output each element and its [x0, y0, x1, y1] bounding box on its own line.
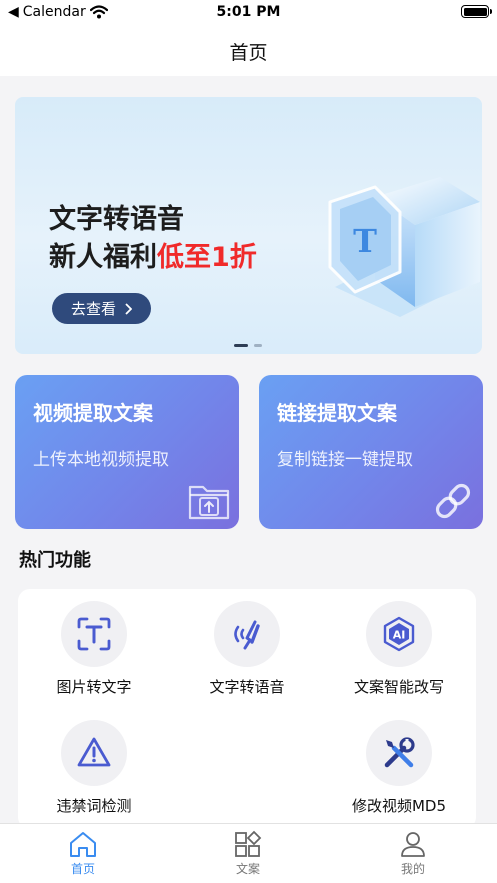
- tab-label: 首页: [70, 862, 95, 876]
- hot-item-image-to-text[interactable]: 图片转文字: [24, 601, 164, 697]
- user-icon: [401, 832, 425, 857]
- page-title: 首页: [229, 42, 268, 64]
- card-title: 链接提取文案: [277, 401, 397, 425]
- banner-headline: 文字转语音: [49, 204, 184, 235]
- text-scan-icon: [77, 617, 111, 651]
- hot-item-label: 违禁词检测: [56, 797, 132, 815]
- status-bar: ◀ Calendar 5:01 PM: [0, 0, 497, 26]
- tab-copywriting[interactable]: 文案: [208, 830, 288, 877]
- banner-page-dot-active: [234, 344, 248, 347]
- ai-chip-icon: AI: [383, 616, 415, 652]
- hot-item-banned-words[interactable]: 违禁词检测: [24, 720, 164, 816]
- card-subtitle: 上传本地视频提取: [33, 450, 169, 470]
- card-title: 视频提取文案: [33, 401, 153, 425]
- banner-promo-prefix: 新人福利: [49, 242, 157, 273]
- hot-item-label: 修改视频MD5: [351, 797, 447, 815]
- link-icon: [435, 483, 471, 519]
- promo-banner[interactable]: 文字转语音 新人福利低至1折 去查看 T: [15, 97, 482, 354]
- hot-features-panel: 图片转文字 文字转语音 AI 文案智能改写 违禁词检测 修改视频MD5: [18, 589, 476, 829]
- hot-item-ai-rewrite[interactable]: AI 文案智能改写: [329, 601, 469, 697]
- link-extract-card[interactable]: 链接提取文案 复制链接一键提取: [259, 375, 483, 529]
- card-subtitle: 复制链接一键提取: [277, 450, 413, 470]
- hot-item-label: 文案智能改写: [353, 678, 444, 696]
- section-title-hot: 热门功能: [19, 550, 91, 571]
- banner-subheadline: 新人福利低至1折: [49, 235, 257, 274]
- grid-icon: [235, 830, 262, 857]
- hot-item-label: 文字转语音: [209, 678, 285, 696]
- tab-home[interactable]: 首页: [43, 830, 123, 877]
- banner-view-button[interactable]: 去查看: [52, 293, 151, 324]
- banner-promo-highlight: 低至1折: [157, 242, 257, 273]
- banner-view-label: 去查看: [70, 300, 116, 318]
- battery-icon: [461, 5, 492, 18]
- hot-item-label: 图片转文字: [56, 678, 132, 696]
- folder-upload-icon: [188, 485, 230, 520]
- warning-icon: [77, 737, 111, 767]
- banner-page-dot: [254, 344, 262, 347]
- tab-label: 我的: [400, 862, 425, 876]
- banner-art-letter: T: [353, 222, 377, 260]
- tab-bar: 首页 文案 我的: [0, 823, 497, 883]
- video-extract-card[interactable]: 视频提取文案 上传本地视频提取: [15, 375, 239, 529]
- svg-text:AI: AI: [393, 629, 406, 642]
- tab-mine[interactable]: 我的: [373, 830, 453, 877]
- tools-icon: [384, 737, 415, 768]
- voice-wave-icon: [234, 620, 260, 650]
- hot-item-text-to-speech[interactable]: 文字转语音: [177, 601, 317, 697]
- chevron-right-icon: [125, 302, 132, 315]
- banner-pagination: [234, 344, 262, 347]
- tab-label: 文案: [235, 862, 260, 876]
- text-cube-illustration: T: [328, 177, 480, 317]
- status-time: 5:01 PM: [216, 4, 281, 20]
- hot-item-video-md5[interactable]: 修改视频MD5: [329, 720, 469, 816]
- home-icon: [70, 832, 96, 857]
- nav-bar: 首页: [0, 26, 497, 76]
